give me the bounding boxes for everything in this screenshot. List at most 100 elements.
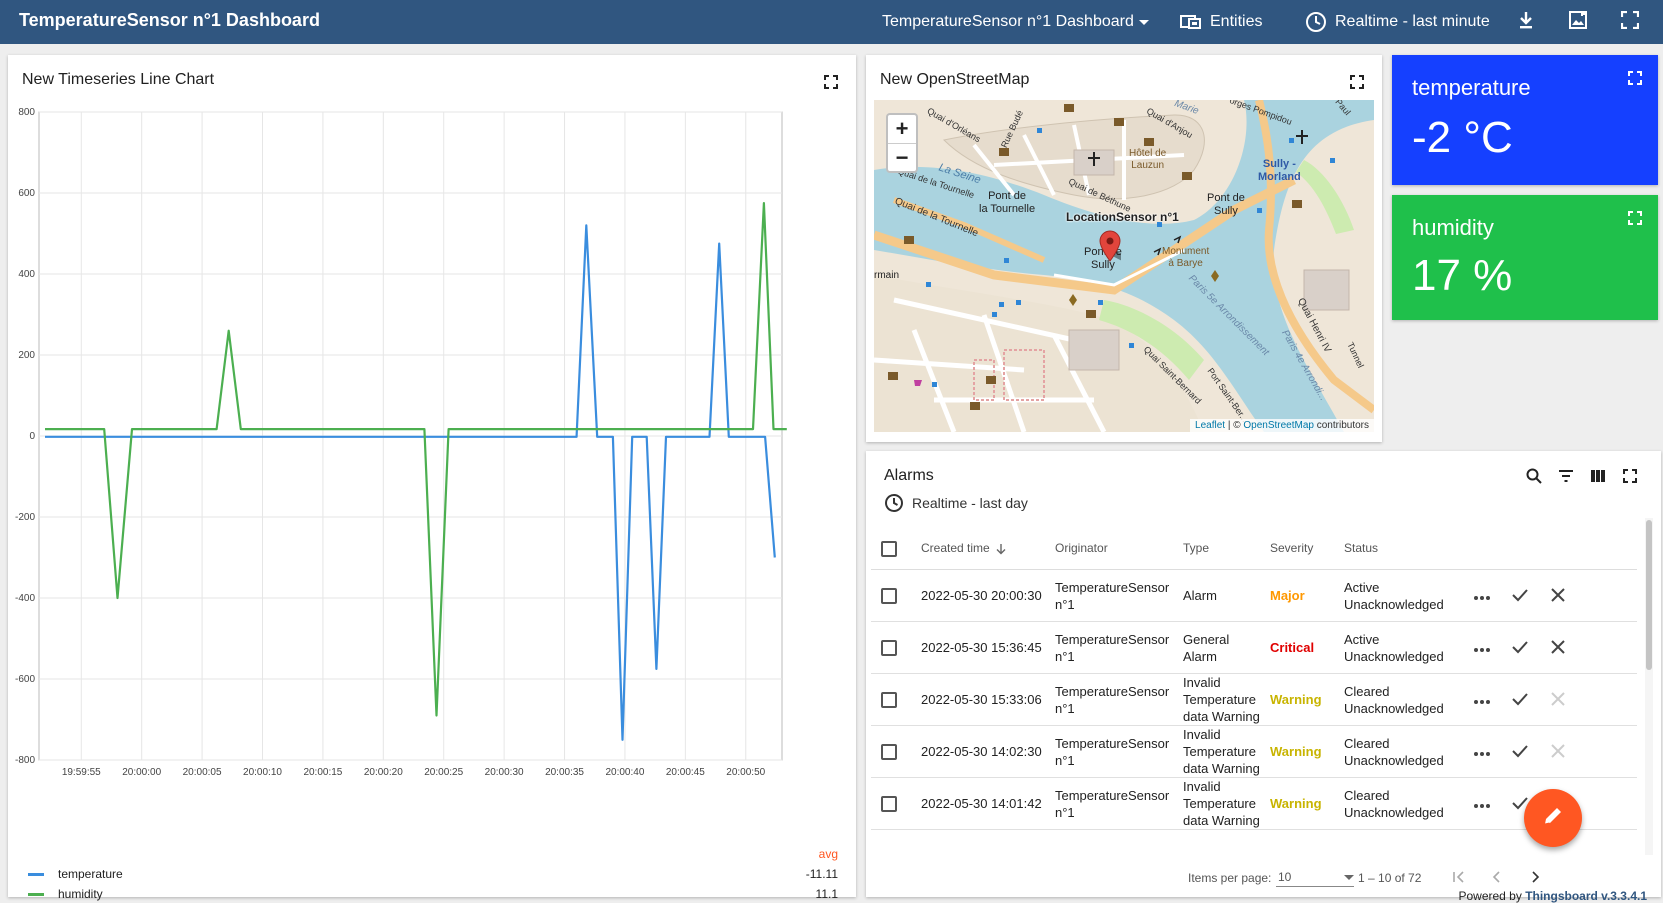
cell-type: Invalid Temperature data Warning — [1183, 779, 1260, 828]
row-clear-button[interactable] — [1545, 739, 1571, 765]
attribution-separator: | © — [1225, 420, 1244, 431]
row-details-button[interactable] — [1469, 739, 1495, 765]
table-row[interactable]: 2022-05-30 14:02:30 TemperatureSensor n°1 I… — [871, 726, 1637, 778]
y-tick-label: -600 — [15, 674, 35, 685]
row-checkbox[interactable] — [881, 674, 897, 725]
row-acknowledge-button[interactable] — [1507, 635, 1533, 661]
line-chart: -800 -600 -400 -200 0 200 400 600 800 19:59:55 20:… — [15, 107, 787, 778]
entities-label: Entities — [1210, 13, 1263, 30]
export-button[interactable] — [1512, 8, 1540, 36]
humidity-fullscreen-button[interactable] — [1626, 210, 1644, 229]
cell-severity: Major — [1270, 588, 1305, 603]
filter-button[interactable] — [1555, 467, 1577, 489]
column-severity[interactable]: Severity — [1270, 528, 1313, 569]
more-horiz-icon — [1473, 797, 1491, 812]
row-details-button[interactable] — [1469, 635, 1495, 661]
items-per-page-select[interactable]: 10 — [1276, 867, 1354, 887]
edit-dashboard-button[interactable] — [1524, 789, 1582, 847]
table-row[interactable]: 2022-05-30 15:36:45 TemperatureSensor n°1 G… — [871, 622, 1637, 674]
attribution-tail: contributors — [1313, 420, 1369, 431]
humidity-label: humidity — [1412, 215, 1494, 240]
x-tick-label: 20:00:20 — [364, 767, 403, 778]
legend-item-temperature[interactable]: temperature -11.11 — [20, 865, 846, 883]
select-all-checkbox[interactable] — [881, 528, 897, 569]
row-acknowledge-button[interactable] — [1507, 687, 1533, 713]
timewindow-button[interactable]: Realtime - last minute — [1305, 0, 1490, 44]
alarms-table: Created time Originator Type Severity St… — [871, 528, 1637, 830]
table-header: Created time Originator Type Severity St… — [871, 528, 1637, 570]
more-horiz-icon — [1473, 693, 1491, 708]
cell-created-time: 2022-05-30 15:33:06 — [921, 692, 1042, 707]
alarms-timewindow[interactable]: Realtime - last day — [884, 493, 1028, 513]
row-clear-button[interactable] — [1545, 635, 1571, 661]
previous-page-button[interactable] — [1486, 867, 1508, 889]
column-created-time[interactable]: Created time — [921, 528, 1006, 569]
table-row[interactable]: 2022-05-30 20:00:30 TemperatureSensor n°1 A… — [871, 570, 1637, 622]
map-label: Sully - Morland — [1258, 158, 1301, 183]
row-clear-button[interactable] — [1545, 583, 1571, 609]
fullscreen-icon — [1620, 10, 1640, 34]
zoom-out-button[interactable]: − — [888, 143, 916, 171]
alarms-fullscreen-button[interactable] — [1619, 467, 1641, 489]
row-checkbox[interactable] — [881, 622, 897, 673]
legend-item-humidity[interactable]: humidity 11.1 — [20, 885, 846, 903]
edit-image-button[interactable] — [1564, 8, 1592, 36]
search-icon — [1526, 468, 1542, 489]
map-label: Monument à Barye — [1162, 246, 1210, 269]
map-attribution: Leaflet | © OpenStreetMap contributors — [1190, 419, 1374, 432]
entities-icon — [1180, 13, 1202, 31]
clock-icon — [884, 493, 904, 513]
cell-status: Active Unacknowledged — [1344, 579, 1444, 612]
row-details-button[interactable] — [1469, 791, 1495, 817]
first-page-button[interactable] — [1448, 867, 1470, 889]
arrow-down-icon — [996, 543, 1006, 555]
table-row[interactable]: 2022-05-30 15:33:06 TemperatureSensor n°1 I… — [871, 674, 1637, 726]
cell-type: Invalid Temperature data Warning — [1183, 727, 1260, 776]
column-originator[interactable]: Originator — [1055, 528, 1108, 569]
cell-severity: Warning — [1270, 692, 1322, 707]
thingsboard-link[interactable]: Thingsboard v.3.3.4.1 — [1525, 889, 1647, 903]
y-tick-label: -800 — [15, 755, 35, 766]
map-title: New OpenStreetMap — [880, 71, 1030, 88]
more-horiz-icon — [1473, 745, 1491, 760]
openstreetmap-link[interactable]: OpenStreetMap — [1243, 420, 1314, 431]
fullscreen-button[interactable] — [1616, 8, 1644, 36]
legend-swatch — [28, 872, 44, 876]
map-canvas[interactable]: Pont de la Tournelle Pont de Sully Pont de… — [874, 100, 1374, 432]
page-range: 1 – 10 of 72 — [1358, 871, 1422, 885]
fullscreen-icon — [1623, 468, 1637, 488]
dashboard-select[interactable]: TemperatureSensor n°1 Dashboard — [882, 0, 1150, 44]
x-tick-label: 20:00:05 — [183, 767, 222, 778]
search-button[interactable] — [1523, 467, 1545, 489]
caret-down-icon — [1138, 16, 1150, 28]
row-details-button[interactable] — [1469, 583, 1495, 609]
row-details-button[interactable] — [1469, 687, 1495, 713]
timewindow-label: Realtime - last minute — [1335, 13, 1490, 30]
next-page-button[interactable] — [1524, 867, 1546, 889]
row-acknowledge-button[interactable] — [1507, 583, 1533, 609]
leaflet-link[interactable]: Leaflet — [1195, 420, 1225, 431]
close-icon — [1551, 587, 1565, 605]
map-label: Hôtel de Lauzun — [1129, 148, 1167, 171]
temperature-fullscreen-button[interactable] — [1626, 70, 1644, 89]
scrollbar-thumb[interactable] — [1646, 520, 1652, 670]
map-fullscreen-button[interactable] — [1348, 74, 1366, 93]
location-marker[interactable] — [1099, 230, 1129, 267]
entities-button[interactable]: Entities — [1180, 0, 1262, 44]
table-scrollbar[interactable] — [1645, 518, 1653, 855]
cell-status: Cleared Unacknowledged — [1344, 683, 1444, 716]
columns-button[interactable] — [1587, 467, 1609, 489]
row-clear-button[interactable] — [1545, 687, 1571, 713]
x-tick-label: 20:00:15 — [303, 767, 342, 778]
row-acknowledge-button[interactable] — [1507, 739, 1533, 765]
cell-severity: Warning — [1270, 744, 1322, 759]
column-type[interactable]: Type — [1183, 528, 1209, 569]
table-row[interactable]: 2022-05-30 14:01:42 TemperatureSensor n°1 I… — [871, 778, 1637, 830]
zoom-in-button[interactable]: + — [888, 115, 916, 143]
row-checkbox[interactable] — [881, 778, 897, 829]
row-checkbox[interactable] — [881, 726, 897, 777]
column-status[interactable]: Status — [1344, 528, 1378, 569]
openstreetmap-widget: New OpenStreetMap Pont de la Tournelle P… — [866, 55, 1382, 442]
row-checkbox[interactable] — [881, 570, 897, 621]
temperature-value: -2 °C — [1412, 113, 1513, 162]
